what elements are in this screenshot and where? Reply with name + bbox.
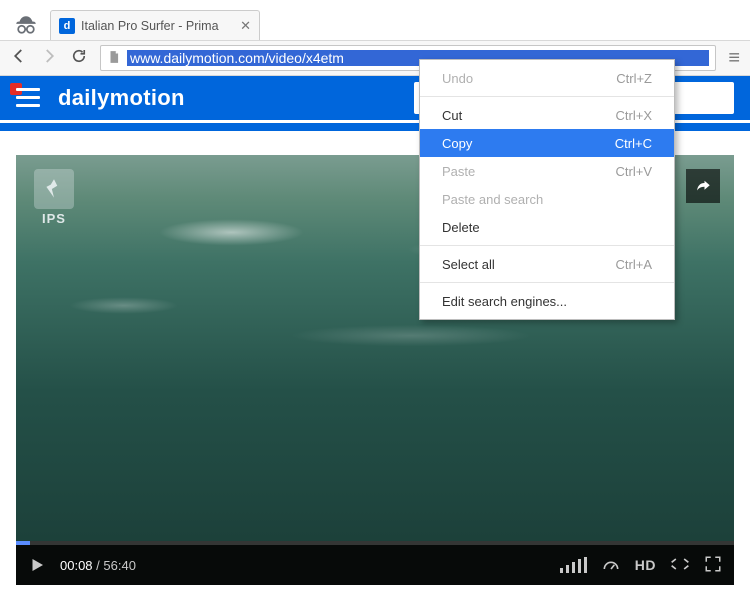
back-button[interactable] xyxy=(10,47,28,70)
share-button[interactable] xyxy=(686,169,720,203)
context-menu: Undo Ctrl+Z Cut Ctrl+X Copy Ctrl+C Paste Ctrl+V… xyxy=(419,59,675,320)
menu-item-label: Edit search engines... xyxy=(442,294,567,309)
menu-separator xyxy=(420,245,674,246)
menu-item-shortcut: Ctrl+C xyxy=(615,136,652,151)
menu-item-edit-search-engines[interactable]: Edit search engines... xyxy=(420,287,674,315)
menu-item-delete[interactable]: Delete xyxy=(420,213,674,241)
incognito-icon xyxy=(12,12,40,40)
menu-item-shortcut: Ctrl+Z xyxy=(616,71,652,86)
menu-separator xyxy=(420,282,674,283)
menu-item-shortcut: Ctrl+A xyxy=(616,257,652,272)
menu-item-shortcut: Ctrl+X xyxy=(616,108,652,123)
channel-watermark: IPS xyxy=(34,169,74,226)
dailymotion-favicon: d xyxy=(59,18,75,34)
close-icon[interactable]: ✕ xyxy=(240,18,251,34)
tab-strip: d Italian Pro Surfer - Prima ✕ xyxy=(0,0,750,40)
menu-item-shortcut: Ctrl+V xyxy=(616,164,652,179)
menu-item-label: Paste and search xyxy=(442,192,543,207)
fullscreen-button[interactable] xyxy=(704,555,722,576)
time-display: 00:08 / 56:40 xyxy=(60,558,136,573)
menu-item-label: Copy xyxy=(442,136,472,151)
menu-separator xyxy=(420,96,674,97)
menu-item-label: Select all xyxy=(442,257,495,272)
menu-item-paste-and-search: Paste and search xyxy=(420,185,674,213)
menu-item-label: Delete xyxy=(442,220,480,235)
tab-title: Italian Pro Surfer - Prima xyxy=(81,19,234,33)
menu-item-select-all[interactable]: Select all Ctrl+A xyxy=(420,250,674,278)
menu-item-copy[interactable]: Copy Ctrl+C xyxy=(420,129,674,157)
theater-button[interactable] xyxy=(670,557,690,574)
menu-button[interactable] xyxy=(16,88,40,108)
browser-menu-button[interactable]: ≡ xyxy=(728,48,740,68)
reload-button[interactable] xyxy=(70,47,88,70)
menu-item-paste: Paste Ctrl+V xyxy=(420,157,674,185)
menu-item-label: Undo xyxy=(442,71,473,86)
play-button[interactable] xyxy=(28,556,46,574)
menu-item-label: Paste xyxy=(442,164,475,179)
site-logo[interactable]: dailymotion xyxy=(58,85,185,111)
forward-button[interactable] xyxy=(40,47,58,70)
browser-tab[interactable]: d Italian Pro Surfer - Prima ✕ xyxy=(50,10,260,40)
hd-button[interactable]: HD xyxy=(635,557,656,573)
menu-item-undo: Undo Ctrl+Z xyxy=(420,64,674,92)
volume-icon[interactable] xyxy=(560,557,587,573)
page-icon xyxy=(107,50,121,67)
speed-button[interactable] xyxy=(601,554,621,577)
player-controls: 00:08 / 56:40 HD xyxy=(16,541,734,585)
menu-item-label: Cut xyxy=(442,108,462,123)
menu-item-cut[interactable]: Cut Ctrl+X xyxy=(420,101,674,129)
